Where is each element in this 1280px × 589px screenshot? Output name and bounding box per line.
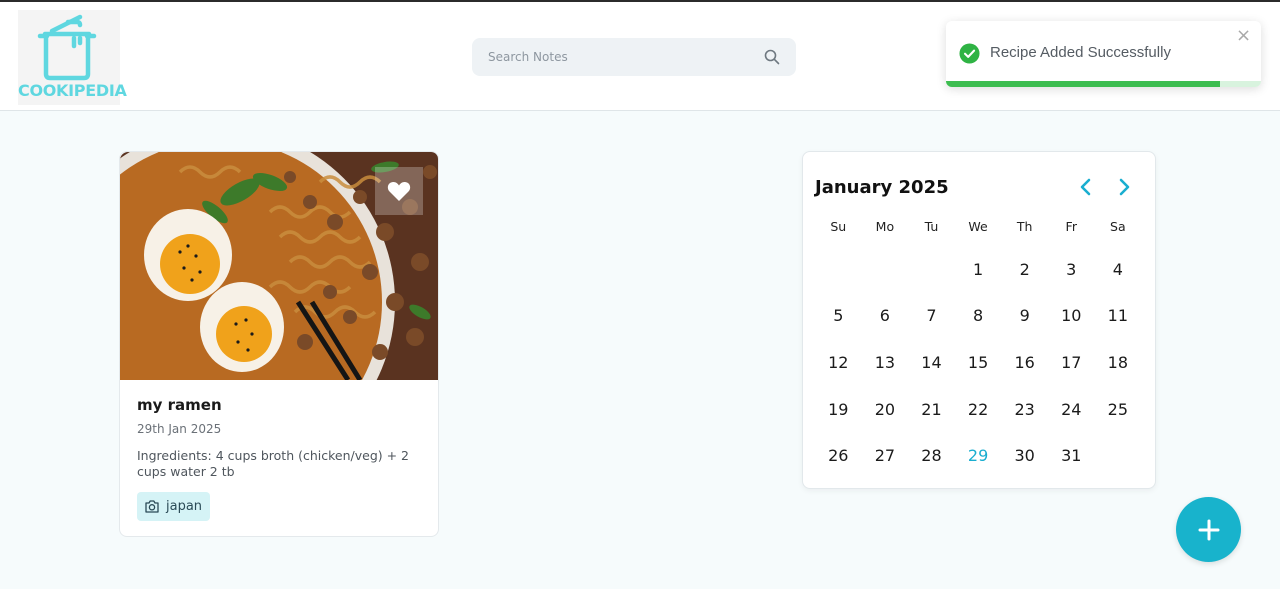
calendar-empty-cell — [862, 246, 909, 293]
recipe-tag[interactable]: japan — [137, 492, 211, 521]
calendar-day[interactable]: 28 — [908, 432, 955, 479]
calendar-day[interactable]: 15 — [955, 339, 1002, 386]
check-circle-icon — [959, 43, 980, 64]
recipe-tag-label: japan — [166, 499, 203, 514]
weekday-label: Mo — [875, 219, 895, 234]
calendar-day[interactable]: 13 — [862, 339, 909, 386]
calendar-month-year: January 2025 — [815, 177, 949, 198]
weekday-label: Tu — [924, 219, 939, 234]
calendar-day[interactable]: 7 — [908, 293, 955, 340]
chevron-left-icon[interactable] — [1076, 177, 1096, 197]
calendar-day[interactable]: 19 — [815, 386, 862, 433]
calendar-day[interactable]: 14 — [908, 339, 955, 386]
calendar-day-today[interactable]: 29 — [955, 432, 1002, 479]
calendar-day[interactable]: 22 — [955, 386, 1002, 433]
calendar-day[interactable]: 10 — [1048, 293, 1095, 340]
calendar-year: 2025 — [898, 177, 949, 198]
calendar-day[interactable]: 1 — [955, 246, 1002, 293]
toast-progress-bar — [946, 81, 1221, 87]
weekday-label: We — [968, 219, 988, 234]
calendar-day[interactable]: 8 — [955, 293, 1002, 340]
calendar: January 2025 Su Mo Tu We Th Fr Sa 1 2 3 4 5 6 7 8 9 10 1… — [802, 151, 1156, 489]
calendar-day[interactable]: 24 — [1048, 386, 1095, 433]
plus-icon — [1198, 519, 1219, 540]
search-bar — [472, 38, 796, 76]
search-icon[interactable] — [764, 49, 780, 65]
calendar-day[interactable]: 27 — [862, 432, 909, 479]
camera-icon — [145, 500, 159, 513]
add-recipe-button[interactable] — [1176, 497, 1241, 562]
calendar-day[interactable]: 3 — [1048, 246, 1095, 293]
calendar-day[interactable]: 30 — [1001, 432, 1048, 479]
search-input[interactable] — [472, 38, 752, 76]
recipe-description: Ingredients: 4 cups broth (chicken/veg) … — [137, 448, 410, 479]
calendar-empty-cell — [815, 246, 862, 293]
calendar-day[interactable]: 26 — [815, 432, 862, 479]
toast-progress-track — [946, 81, 1261, 87]
calendar-day[interactable]: 31 — [1048, 432, 1095, 479]
calendar-day[interactable]: 18 — [1095, 339, 1142, 386]
success-toast: Recipe Added Successfully × — [946, 21, 1261, 87]
calendar-day[interactable]: 6 — [862, 293, 909, 340]
calendar-day[interactable]: 23 — [1001, 386, 1048, 433]
calendar-day[interactable]: 21 — [908, 386, 955, 433]
weekday-label: Su — [830, 219, 847, 234]
calendar-days: 1 2 3 4 5 6 7 8 9 10 11 12 13 14 15 16 17 18 19 20 21 22 23 24 2… — [815, 246, 1141, 479]
weekday-label: Th — [1016, 219, 1033, 234]
calendar-day[interactable]: 4 — [1095, 246, 1142, 293]
calendar-day[interactable]: 9 — [1001, 293, 1048, 340]
calendar-day[interactable]: 25 — [1095, 386, 1142, 433]
logo-text: COOKIPEDIA — [18, 81, 127, 100]
calendar-day[interactable]: 11 — [1095, 293, 1142, 340]
recipe-card[interactable]: my ramen 29th Jan 2025 Ingredients: 4 cu… — [119, 151, 439, 537]
calendar-empty-cell — [908, 246, 955, 293]
toast-message: Recipe Added Successfully — [990, 44, 1171, 61]
calendar-day[interactable]: 17 — [1048, 339, 1095, 386]
pot-logo-icon — [37, 14, 97, 81]
heart-icon — [387, 181, 411, 201]
recipe-date: 29th Jan 2025 — [137, 422, 222, 436]
calendar-month: January — [815, 177, 893, 198]
weekday-label: Sa — [1110, 219, 1126, 234]
favorite-button[interactable] — [375, 167, 423, 215]
calendar-day[interactable]: 2 — [1001, 246, 1048, 293]
calendar-day[interactable]: 12 — [815, 339, 862, 386]
recipe-image[interactable] — [120, 152, 438, 380]
logo[interactable]: COOKIPEDIA — [18, 10, 127, 105]
calendar-weekdays: Su Mo Tu We Th Fr Sa — [815, 219, 1141, 234]
toast-close-button[interactable]: × — [1236, 27, 1251, 45]
weekday-label: Fr — [1065, 219, 1077, 234]
chevron-right-icon[interactable] — [1114, 177, 1134, 197]
calendar-day[interactable]: 20 — [862, 386, 909, 433]
calendar-day[interactable]: 16 — [1001, 339, 1048, 386]
recipe-title: my ramen — [137, 396, 222, 414]
calendar-day[interactable]: 5 — [815, 293, 862, 340]
